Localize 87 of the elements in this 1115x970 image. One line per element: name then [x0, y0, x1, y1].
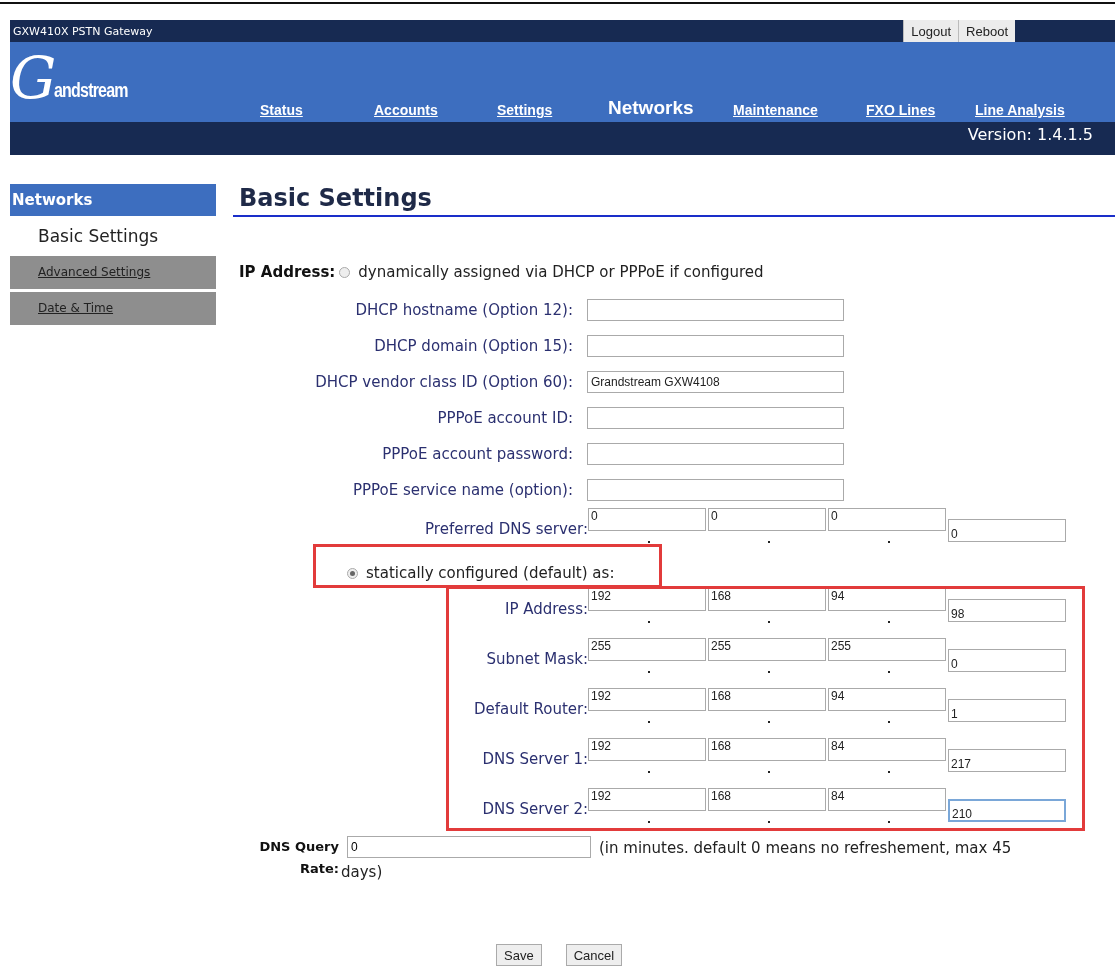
dot-separator	[768, 541, 770, 543]
hint-text: days)	[341, 863, 383, 881]
octet-field[interactable]: 168	[708, 688, 826, 711]
header-button[interactable]: Reboot	[958, 20, 1015, 42]
octet-field[interactable]: 0	[588, 508, 706, 531]
input-field[interactable]	[587, 335, 844, 357]
octet-field[interactable]: 255	[588, 638, 706, 661]
dot-separator	[888, 771, 890, 773]
sidebar-item[interactable]: Advanced Settings	[10, 256, 216, 289]
octet-field[interactable]: 217	[948, 749, 1066, 772]
input-field[interactable]	[587, 479, 844, 501]
radio-button[interactable]	[339, 266, 351, 278]
octet-field[interactable]: 168	[708, 788, 826, 811]
field-label: DNS Query Rate:	[258, 838, 340, 878]
octet-field[interactable]: 94	[828, 688, 946, 711]
field-label: DHCP vendor class ID (Option 60):	[314, 373, 574, 391]
logo: Gandstream	[10, 44, 130, 108]
header-button[interactable]: Logout	[903, 20, 959, 42]
version-text: Version: 1.4.1.5	[967, 125, 1093, 144]
octet-field[interactable]: 1	[948, 699, 1066, 722]
field-label: Preferred DNS server:	[424, 520, 588, 540]
octet-field[interactable]: 192	[588, 688, 706, 711]
octet-field[interactable]: 210	[948, 799, 1066, 822]
octet-field[interactable]: 192	[588, 588, 706, 611]
form-button[interactable]: Save	[496, 944, 542, 966]
input-field[interactable]: Grandstream GXW4108	[587, 371, 844, 393]
product-name: GXW410X PSTN Gateway	[12, 24, 154, 38]
field-label: Subnet Mask:	[485, 650, 588, 670]
field-label: DNS Server 2:	[481, 800, 588, 820]
field-label: IP Address:	[239, 263, 336, 281]
octet-field[interactable]: 255	[828, 638, 946, 661]
dot-separator	[768, 621, 770, 623]
nav-tab[interactable]: Status	[260, 102, 303, 118]
dot-separator	[888, 671, 890, 673]
dot-separator	[648, 541, 650, 543]
octet-field[interactable]: 0	[948, 649, 1066, 672]
octet-field[interactable]: 255	[708, 638, 826, 661]
field-label: PPPoE account password:	[381, 445, 574, 463]
field-label: DHCP hostname (Option 12):	[354, 301, 574, 319]
octet-field[interactable]: 192	[588, 788, 706, 811]
sidebar-item[interactable]: Date & Time	[10, 292, 216, 325]
dot-separator	[648, 721, 650, 723]
nav-tab[interactable]: Line Analysis	[975, 102, 1065, 118]
octet-field[interactable]: 0	[708, 508, 826, 531]
field-label: DHCP domain (Option 15):	[373, 337, 574, 355]
dot-separator	[888, 721, 890, 723]
hint-text: (in minutes. default 0 means no refreshement, max 45	[599, 839, 1012, 857]
dot-separator	[768, 671, 770, 673]
field-label: Default Router:	[472, 700, 588, 720]
octet-field[interactable]: 84	[828, 738, 946, 761]
dot-separator	[768, 821, 770, 823]
dot-separator	[648, 821, 650, 823]
dot-separator	[768, 771, 770, 773]
octet-field[interactable]: 98	[948, 599, 1066, 622]
dot-separator	[648, 621, 650, 623]
field-label: PPPoE service name (option):	[351, 481, 574, 499]
octet-field[interactable]: 84	[828, 788, 946, 811]
octet-field[interactable]: 168	[708, 588, 826, 611]
sidebar-title: Networks	[10, 184, 216, 216]
nav-tab[interactable]: Maintenance	[733, 102, 818, 118]
radio-label: statically configured (default) as:	[366, 564, 615, 582]
radio-label: dynamically assigned via DHCP or PPPoE if configured	[358, 263, 764, 281]
input-field[interactable]	[587, 299, 844, 321]
octet-field[interactable]: 94	[828, 588, 946, 611]
dot-separator	[888, 541, 890, 543]
radio-button[interactable]	[347, 567, 358, 579]
nav-tab[interactable]: Settings	[497, 102, 553, 118]
input-field[interactable]	[587, 443, 844, 465]
octet-field[interactable]: 168	[708, 738, 826, 761]
octet-field[interactable]: 0	[828, 508, 946, 531]
dot-separator	[648, 671, 650, 673]
input-field[interactable]	[587, 407, 844, 429]
octet-field[interactable]: 192	[588, 738, 706, 761]
page-title: Basic Settings	[233, 184, 1115, 217]
nav-tab[interactable]: Accounts	[374, 102, 438, 118]
field-label: IP Address:	[503, 600, 588, 620]
field-label: PPPoE account ID:	[436, 409, 574, 427]
dot-separator	[888, 621, 890, 623]
form-button[interactable]: Cancel	[565, 944, 623, 966]
nav-tab[interactable]: Networks	[608, 97, 694, 118]
nav-tab[interactable]: FXO Lines	[866, 102, 936, 118]
dot-separator	[768, 721, 770, 723]
dot-separator	[888, 821, 890, 823]
dot-separator	[648, 771, 650, 773]
field-label: DNS Server 1:	[481, 750, 588, 770]
input-field[interactable]: 0	[347, 836, 591, 858]
octet-field[interactable]: 0	[948, 519, 1066, 542]
